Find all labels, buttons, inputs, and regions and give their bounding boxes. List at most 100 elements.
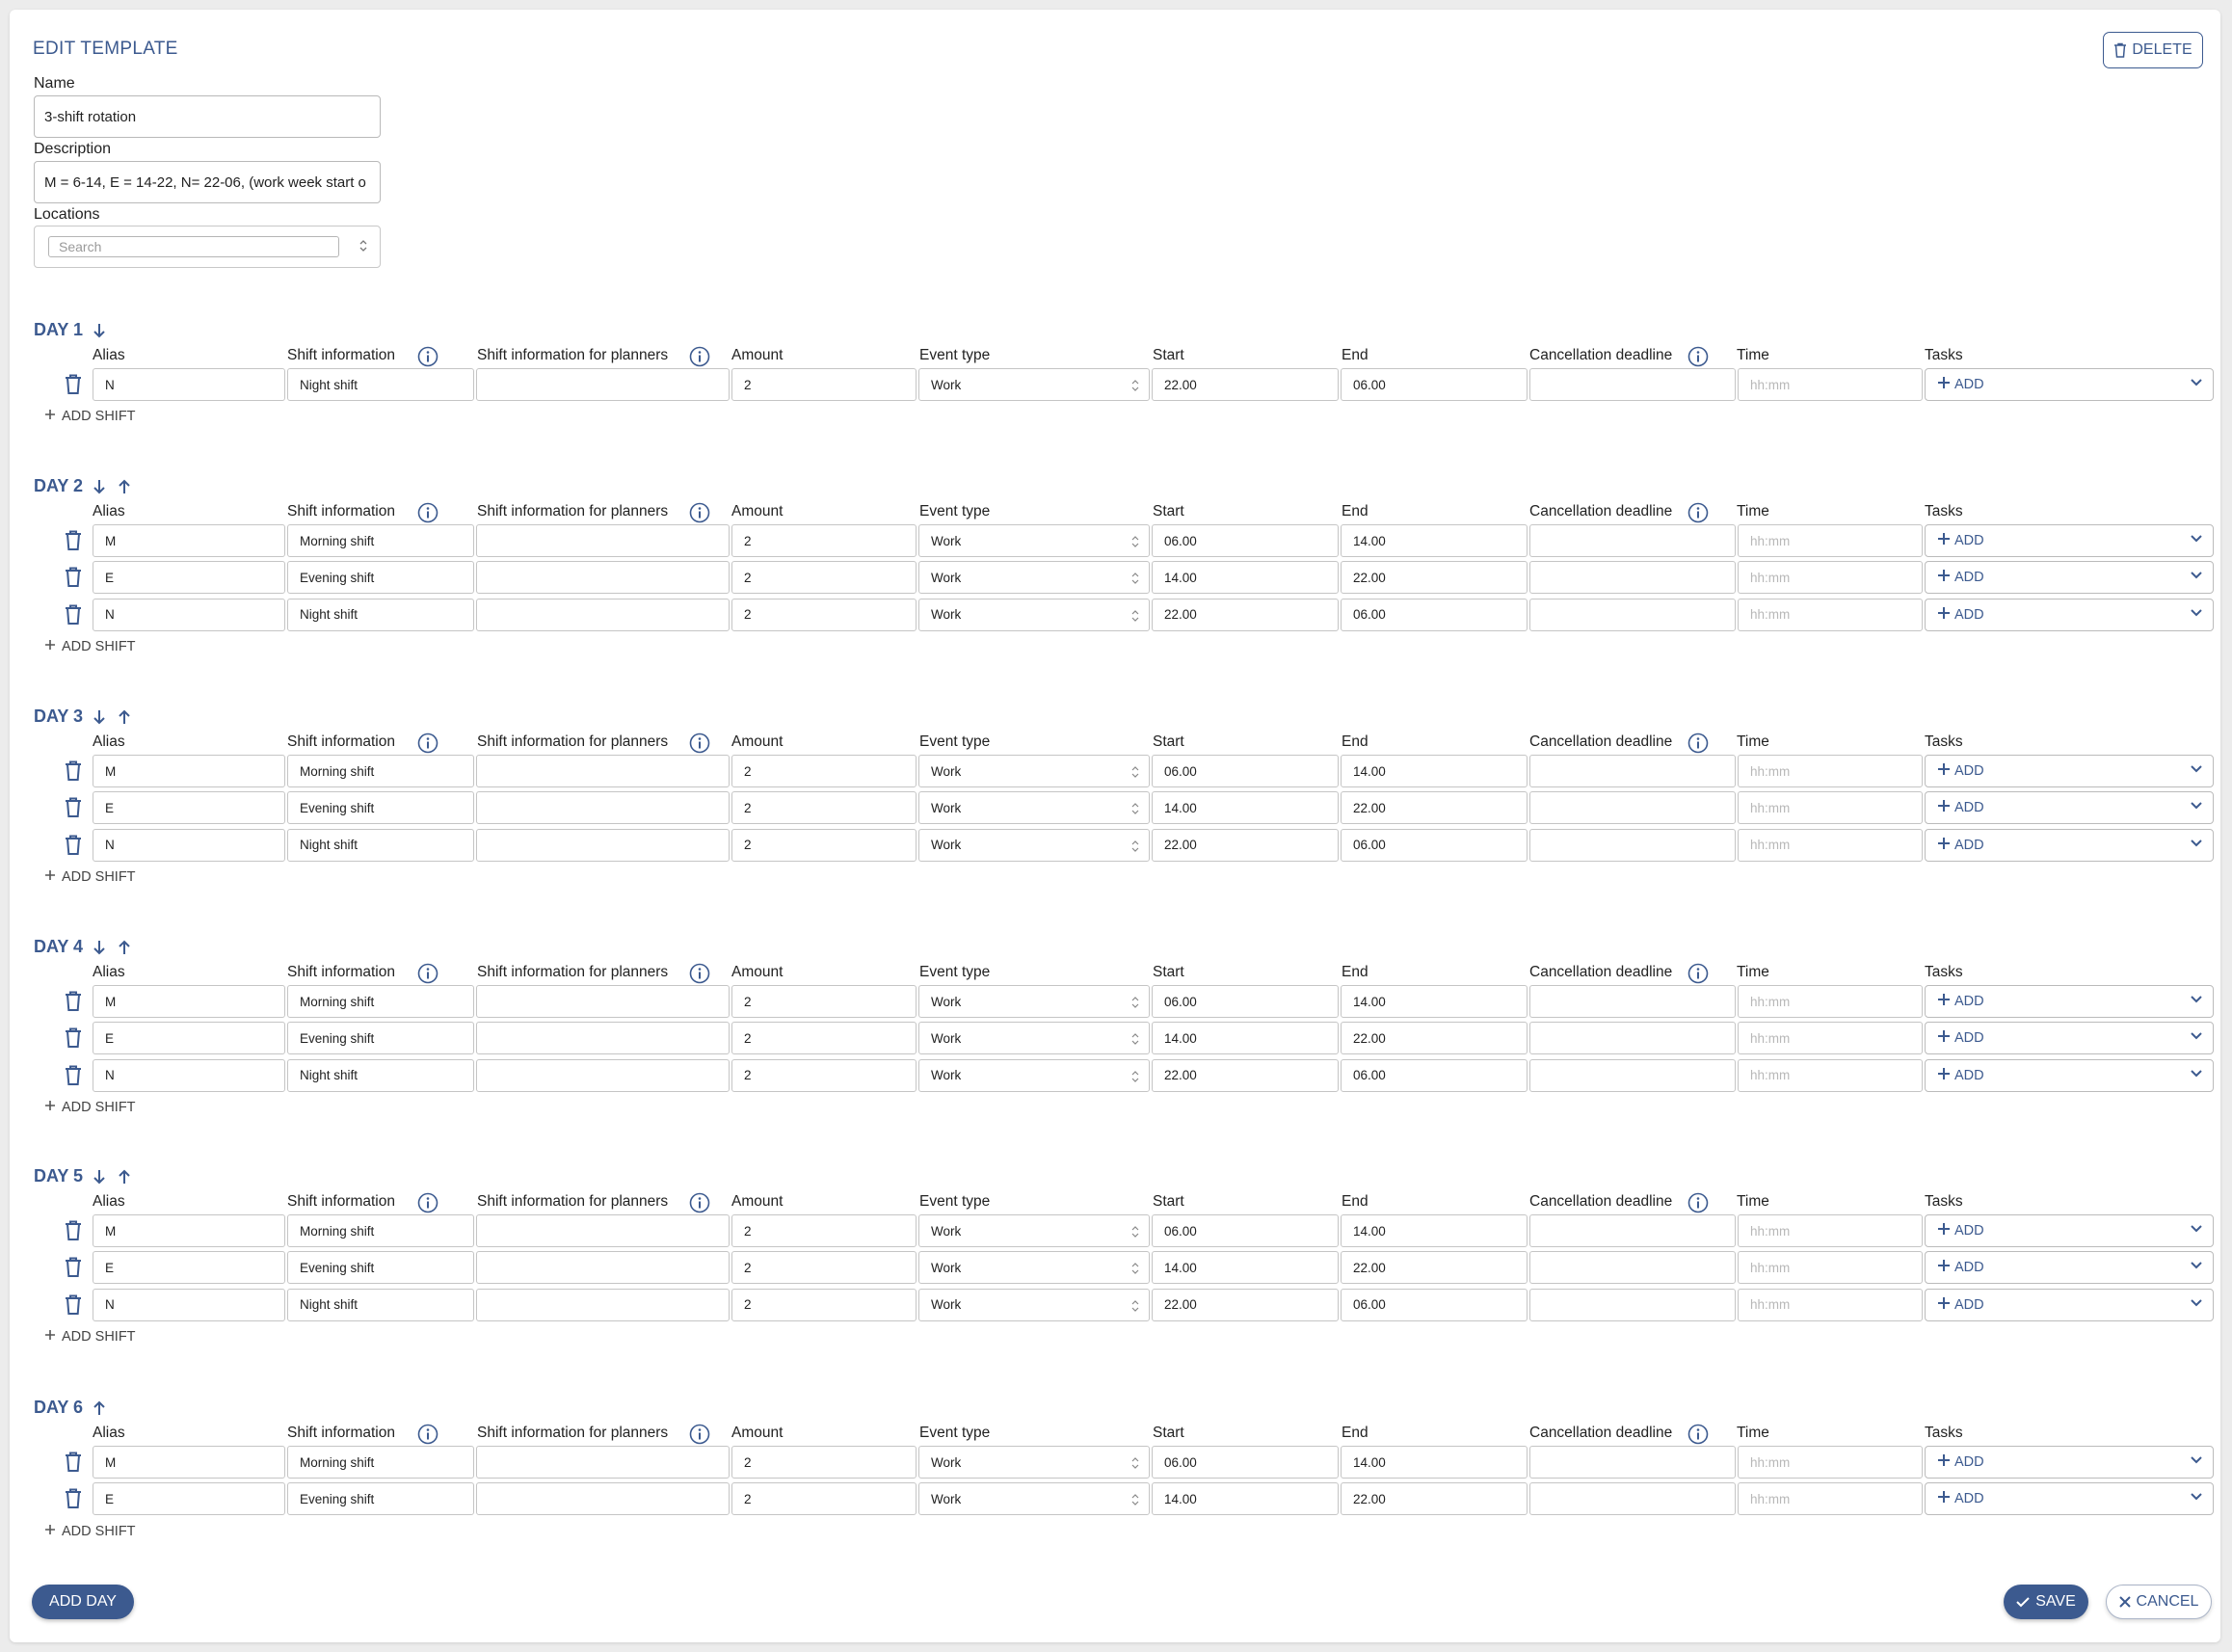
end-field[interactable]: 22.00 [1341,1022,1528,1055]
cancellation-field[interactable] [1529,1214,1736,1247]
planners-info-field[interactable] [476,1058,730,1092]
delete-shift-icon[interactable] [64,1026,83,1050]
event-type-select[interactable]: Work [918,1022,1150,1055]
planners-info-field[interactable] [476,1022,730,1055]
amount-field[interactable]: 2 [731,1022,917,1055]
alias-field[interactable]: E [93,791,285,825]
shift-info-field[interactable]: Evening shift [287,1482,474,1516]
delete-shift-icon[interactable] [64,1219,83,1242]
event-type-select[interactable]: Work [918,1058,1150,1092]
delete-shift-icon[interactable] [64,529,83,552]
alias-field[interactable]: E [93,1022,285,1055]
start-field[interactable]: 22.00 [1152,828,1339,862]
cancellation-field[interactable] [1529,828,1736,862]
time-input[interactable]: hh:mm [1738,1058,1923,1092]
end-field[interactable]: 14.00 [1341,1214,1528,1247]
add-shift-button[interactable]: ADD SHIFT [44,639,136,654]
start-field[interactable]: 22.00 [1152,598,1339,631]
event-type-select[interactable]: Work [918,791,1150,825]
alias-field[interactable]: M [93,985,285,1018]
planners-info-field[interactable] [476,985,730,1018]
delete-button[interactable]: DELETE [2103,32,2203,68]
end-field[interactable]: 14.00 [1341,755,1528,787]
event-type-select[interactable]: Work [918,1482,1150,1516]
tasks-dropdown[interactable]: ADD [1925,1214,2214,1247]
tasks-dropdown[interactable]: ADD [1925,598,2214,631]
time-input[interactable]: hh:mm [1738,1251,1923,1285]
cancellation-field[interactable] [1529,1022,1736,1055]
time-input[interactable]: hh:mm [1738,1214,1923,1247]
amount-field[interactable]: 2 [731,791,917,825]
arrow-down-icon[interactable] [93,939,108,956]
start-field[interactable]: 14.00 [1152,1022,1339,1055]
delete-shift-icon[interactable] [64,990,83,1013]
end-field[interactable]: 14.00 [1341,985,1528,1018]
arrow-down-icon[interactable] [93,708,108,726]
shift-info-field[interactable]: Evening shift [287,1251,474,1285]
arrow-down-icon[interactable] [93,478,108,495]
alias-field[interactable]: M [93,1446,285,1479]
start-field[interactable]: 22.00 [1152,1058,1339,1092]
tasks-dropdown[interactable]: ADD [1925,1251,2214,1285]
amount-field[interactable]: 2 [731,1214,917,1247]
cancellation-field[interactable] [1529,368,1736,401]
tasks-dropdown[interactable]: ADD [1925,1446,2214,1479]
shift-info-field[interactable]: Night shift [287,1288,474,1321]
time-input[interactable]: hh:mm [1738,1022,1923,1055]
name-field[interactable]: 3-shift rotation [34,95,381,138]
delete-shift-icon[interactable] [64,1451,83,1474]
planners-info-field[interactable] [476,1288,730,1321]
amount-field[interactable]: 2 [731,1251,917,1285]
tasks-dropdown[interactable]: ADD [1925,561,2214,595]
planners-info-field[interactable] [476,755,730,787]
shift-info-field[interactable]: Morning shift [287,1214,474,1247]
event-type-select[interactable]: Work [918,828,1150,862]
tasks-dropdown[interactable]: ADD [1925,368,2214,401]
tasks-dropdown[interactable]: ADD [1925,524,2214,557]
tasks-dropdown[interactable]: ADD [1925,755,2214,787]
planners-info-field[interactable] [476,561,730,595]
alias-field[interactable]: N [93,1288,285,1321]
delete-shift-icon[interactable] [64,1064,83,1087]
shift-info-field[interactable]: Morning shift [287,1446,474,1479]
shift-info-field[interactable]: Evening shift [287,791,474,825]
start-field[interactable]: 14.00 [1152,561,1339,595]
add-day-button[interactable]: ADD DAY [32,1585,134,1619]
arrow-down-icon[interactable] [93,322,108,339]
event-type-select[interactable]: Work [918,561,1150,595]
amount-field[interactable]: 2 [731,561,917,595]
planners-info-field[interactable] [476,1214,730,1247]
amount-field[interactable]: 2 [731,755,917,787]
start-field[interactable]: 06.00 [1152,1446,1339,1479]
cancellation-field[interactable] [1529,1251,1736,1285]
arrow-up-icon[interactable] [118,939,133,956]
end-field[interactable]: 22.00 [1341,1251,1528,1285]
alias-field[interactable]: E [93,1251,285,1285]
add-shift-button[interactable]: ADD SHIFT [44,869,136,885]
tasks-dropdown[interactable]: ADD [1925,791,2214,825]
shift-info-field[interactable]: Morning shift [287,985,474,1018]
cancellation-field[interactable] [1529,1482,1736,1516]
shift-info-field[interactable]: Morning shift [287,755,474,787]
planners-info-field[interactable] [476,828,730,862]
start-field[interactable]: 14.00 [1152,791,1339,825]
start-field[interactable]: 06.00 [1152,1214,1339,1247]
time-input[interactable]: hh:mm [1738,1482,1923,1516]
arrow-down-icon[interactable] [93,1168,108,1186]
add-shift-button[interactable]: ADD SHIFT [44,1100,136,1115]
end-field[interactable]: 22.00 [1341,791,1528,825]
event-type-select[interactable]: Work [918,1446,1150,1479]
planners-info-field[interactable] [476,791,730,825]
time-input[interactable]: hh:mm [1738,1288,1923,1321]
start-field[interactable]: 06.00 [1152,985,1339,1018]
planners-info-field[interactable] [476,1251,730,1285]
time-input[interactable]: hh:mm [1738,791,1923,825]
time-input[interactable]: hh:mm [1738,1446,1923,1479]
tasks-dropdown[interactable]: ADD [1925,828,2214,862]
start-field[interactable]: 22.00 [1152,368,1339,401]
planners-info-field[interactable] [476,368,730,401]
shift-info-field[interactable]: Night shift [287,368,474,401]
time-input[interactable]: hh:mm [1738,828,1923,862]
delete-shift-icon[interactable] [64,1293,83,1317]
event-type-select[interactable]: Work [918,368,1150,401]
